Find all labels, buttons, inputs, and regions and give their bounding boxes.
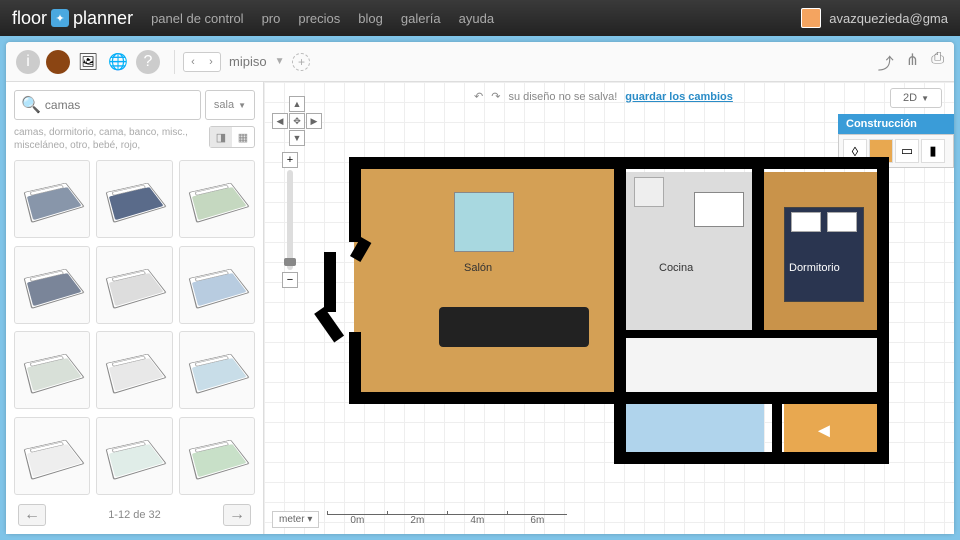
search-tags: camas, dormitorio, cama, banco, misc., m…	[14, 126, 203, 152]
zoom-in[interactable]: +	[282, 152, 298, 168]
scale-4: 4m	[447, 514, 507, 526]
view-mode-select[interactable]: 2D ▼	[890, 88, 942, 108]
redo-icon[interactable]: ↷	[491, 90, 500, 103]
furniture-icon[interactable]	[46, 50, 70, 74]
furniture-item[interactable]	[14, 331, 90, 409]
furniture-item[interactable]	[14, 160, 90, 238]
sidebar: 🔍 sala ▼ camas, dormitorio, cama, banco,…	[6, 82, 264, 534]
add-button[interactable]: +	[292, 53, 310, 71]
nav-arrows: ‹ ›	[183, 52, 221, 72]
chevron-down-icon: ▼	[921, 94, 929, 103]
stove[interactable]	[694, 192, 744, 227]
sink[interactable]	[634, 177, 664, 207]
scale-bar: 0m 2m 4m 6m	[327, 514, 567, 526]
furniture-item[interactable]	[96, 160, 172, 238]
info-icon[interactable]: i	[16, 50, 40, 74]
avatar[interactable]	[801, 8, 821, 28]
pan-right[interactable]: ▶	[306, 113, 322, 129]
toolbar: i 🖼 🌐 ? ‹ › mipiso ▼ + ⤴ ⋔ ⎙	[6, 42, 954, 82]
zoom-track[interactable]	[287, 170, 293, 270]
room-filter[interactable]: sala ▼	[205, 90, 255, 120]
undo-icon[interactable]: ↶	[474, 90, 483, 103]
pager: ← 1-12 de 32 →	[14, 504, 255, 526]
scale-0: 0m	[327, 514, 387, 526]
chevron-down-icon[interactable]: ▼	[275, 56, 285, 67]
furniture-item[interactable]	[179, 331, 255, 409]
furniture-item[interactable]	[96, 417, 172, 495]
page-prev[interactable]: ←	[18, 504, 46, 526]
nav-panel-control[interactable]: panel de control	[151, 11, 244, 26]
photo-icon[interactable]: 🖼	[76, 50, 100, 74]
tool-window[interactable]: ▭	[895, 139, 919, 163]
canvas[interactable]: ▲ ◀✥▶ ▼ + − ↶ ↷ su diseño no se salva! g…	[264, 82, 954, 534]
logo-text-1: floor	[12, 8, 47, 29]
nav-pro[interactable]: pro	[262, 11, 281, 26]
furniture-item[interactable]	[14, 246, 90, 324]
share-icon[interactable]: ⋔	[906, 50, 919, 74]
page-next[interactable]: →	[223, 504, 251, 526]
topbar: floor ✦ planner panel de control pro pre…	[0, 0, 960, 36]
cursor-icon: ◄	[814, 420, 834, 443]
label-cocina: Cocina	[659, 262, 693, 274]
floorplan[interactable]: Salón Cocina Dormitorio ◄	[324, 152, 884, 462]
nav-prev[interactable]: ‹	[184, 53, 202, 71]
view-grid-button[interactable]: ▦	[232, 127, 254, 147]
project-name[interactable]: mipiso	[229, 54, 267, 69]
scale-row: meter ▾ 0m 2m 4m 6m	[272, 511, 567, 528]
page-text: 1-12 de 32	[108, 509, 161, 521]
furniture-item[interactable]	[14, 417, 90, 495]
status-text: su diseño no se salva!	[508, 91, 617, 103]
pan-left[interactable]: ◀	[272, 113, 288, 129]
pan-up[interactable]: ▲	[289, 96, 305, 112]
zoom-handle[interactable]	[284, 258, 296, 266]
nav-precios[interactable]: precios	[298, 11, 340, 26]
furniture-item[interactable]	[96, 331, 172, 409]
zoom-out[interactable]: −	[282, 272, 298, 288]
save-link[interactable]: guardar los cambios	[625, 91, 733, 103]
unit-label: meter	[279, 514, 305, 525]
globe-icon[interactable]: 🌐	[106, 50, 130, 74]
pan-down[interactable]: ▼	[289, 130, 305, 146]
furniture-item[interactable]	[179, 246, 255, 324]
room-filter-label: sala	[214, 99, 234, 111]
username[interactable]: avazquezieda@gma	[829, 11, 948, 26]
label-dormitorio: Dormitorio	[789, 262, 840, 274]
unit-select[interactable]: meter ▾	[272, 511, 319, 528]
pan-control: ▲ ◀✥▶ ▼	[272, 96, 322, 146]
bed-dormitorio[interactable]	[784, 207, 864, 302]
table-salon[interactable]	[454, 192, 514, 252]
scale-2: 2m	[387, 514, 447, 526]
print-icon[interactable]: ⎙	[931, 50, 944, 74]
logo-text-2: planner	[73, 8, 133, 29]
furniture-item[interactable]	[179, 160, 255, 238]
nav-ayuda[interactable]: ayuda	[459, 11, 494, 26]
sofa-salon[interactable]	[439, 307, 589, 347]
search-box[interactable]: 🔍	[14, 90, 201, 120]
label-salon: Salón	[464, 262, 492, 274]
help-icon[interactable]: ?	[136, 50, 160, 74]
nav-blog[interactable]: blog	[358, 11, 383, 26]
scale-6: 6m	[507, 514, 567, 526]
chevron-down-icon: ▼	[238, 101, 246, 110]
zoom-control: + −	[282, 152, 298, 288]
view-toggle: ◨ ▦	[209, 126, 255, 148]
nav-next[interactable]: ›	[202, 53, 220, 71]
view-mode-label: 2D	[903, 92, 917, 104]
nav-galeria[interactable]: galería	[401, 11, 441, 26]
search-input[interactable]	[45, 98, 194, 112]
tool-door[interactable]: ▮	[921, 139, 945, 163]
export-icon[interactable]: ⤴	[878, 50, 894, 74]
pan-center[interactable]: ✥	[289, 113, 305, 129]
logo[interactable]: floor ✦ planner	[12, 8, 133, 29]
furniture-grid	[14, 160, 255, 496]
construction-header: Construcción	[838, 114, 954, 134]
status-row: ↶ ↷ su diseño no se salva! guardar los c…	[474, 90, 733, 103]
search-icon: 🔍	[21, 95, 41, 115]
furniture-item[interactable]	[179, 417, 255, 495]
view-3d-button[interactable]: ◨	[210, 127, 232, 147]
furniture-item[interactable]	[96, 246, 172, 324]
logo-icon: ✦	[51, 9, 69, 27]
